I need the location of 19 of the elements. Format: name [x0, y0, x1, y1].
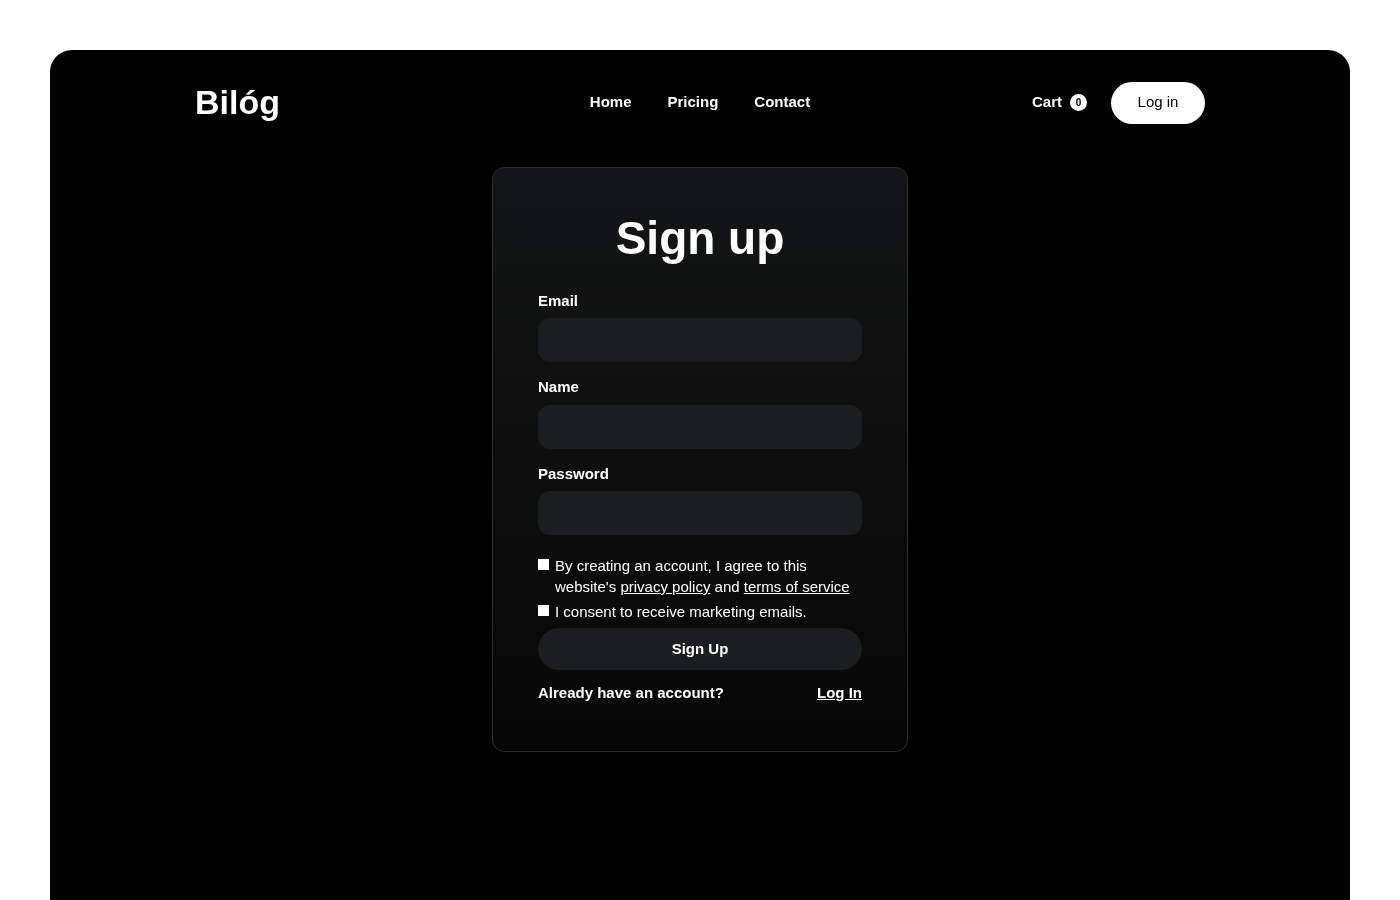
agreement-text: I consent to receive marketing emails.	[555, 602, 807, 622]
field-label: Email	[538, 290, 580, 311]
brand-logo[interactable]: Bilóg	[195, 77, 435, 128]
nav-link[interactable]: Contact	[754, 91, 811, 114]
account-prompt: Already have an account?	[538, 683, 724, 703]
agreement-link[interactable]: privacy policy	[620, 578, 711, 595]
checkbox[interactable]	[538, 559, 549, 570]
login-button[interactable]: Log in	[1111, 81, 1205, 124]
agreement-link[interactable]: terms of service	[743, 578, 850, 595]
signup-button[interactable]: Sign Up	[538, 628, 862, 670]
nav-link[interactable]: Pricing	[667, 91, 719, 114]
field-label: Password	[538, 463, 610, 484]
login-link[interactable]: Log In	[817, 682, 862, 705]
checkbox[interactable]	[538, 605, 549, 616]
field-label: Name	[538, 377, 580, 397]
cart-link[interactable]: Cart 0	[1031, 91, 1087, 114]
agreement-text: By creating an account, I agree to this website's privacy policy and terms of service	[555, 556, 851, 597]
form-title: Sign up	[614, 211, 786, 266]
nav-link[interactable]: Home	[589, 91, 632, 114]
